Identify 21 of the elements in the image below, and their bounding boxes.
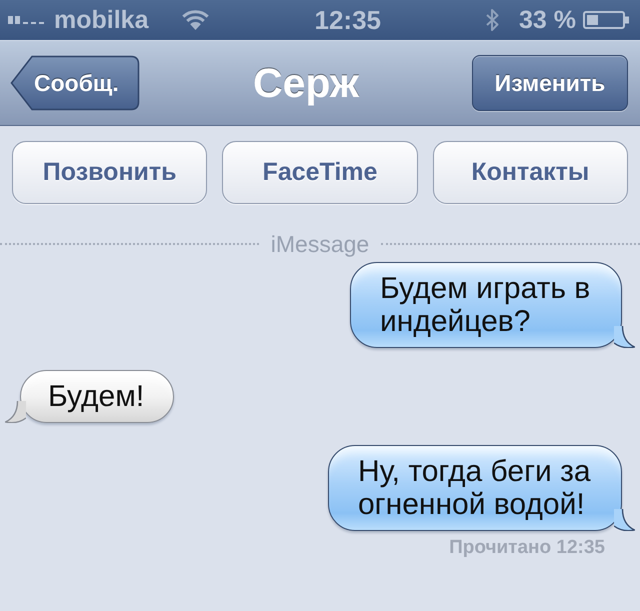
message-bubble: Ну, тогда беги за огненной водой! — [328, 445, 622, 531]
wifi-icon — [182, 10, 210, 30]
edit-button[interactable]: Изменить — [472, 55, 628, 111]
bubble-tail — [5, 401, 26, 423]
action-button[interactable]: FaceTime — [222, 141, 418, 204]
back-button[interactable]: Сообщ. — [10, 55, 140, 111]
status-time: 12:35 — [314, 5, 381, 35]
message-bubble: Будем! — [20, 370, 174, 423]
read-receipt: Прочитано 12:35 — [449, 537, 605, 559]
battery-percentage: 33 % — [519, 5, 576, 35]
bubble-tail — [614, 326, 635, 348]
message-bubble: Будем играть в индейцев? — [350, 262, 622, 348]
action-button[interactable]: Контакты — [432, 141, 628, 204]
bluetooth-icon — [486, 8, 500, 32]
bubble-tail — [614, 509, 635, 531]
signal-bars-icon — [8, 16, 45, 24]
carrier-name: mobilka — [54, 5, 148, 35]
battery-icon — [583, 11, 630, 29]
action-button[interactable]: Позвонить — [12, 141, 208, 204]
separator-label: iMessage — [270, 231, 370, 257]
nav-title: Серж — [252, 59, 360, 107]
